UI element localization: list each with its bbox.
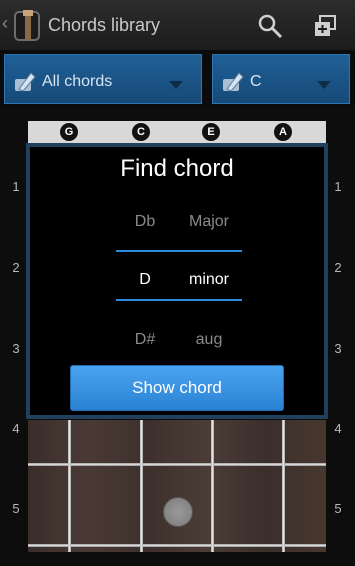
quality-option-next[interactable]: aug [179, 331, 239, 349]
fret-number: 1 [334, 179, 342, 194]
show-chord-button[interactable]: Show chord [70, 365, 284, 411]
dialog-title: Find chord [120, 155, 234, 182]
root-value: C [250, 73, 262, 90]
fret-number: 4 [334, 421, 342, 436]
find-chord-dialog: Find chord Db Major D minor D# aug Show … [26, 143, 328, 419]
fret-number: 5 [334, 501, 342, 516]
note-option-prev[interactable]: Db [115, 213, 175, 231]
pencil-icon [223, 72, 244, 92]
finger-position-dot [163, 497, 193, 527]
back-chevron-icon[interactable]: ‹ [2, 13, 8, 33]
fret-number: 2 [334, 260, 342, 275]
string-line [211, 420, 214, 552]
fret-number: 3 [334, 341, 342, 356]
action-bar: ‹ Chords library [0, 0, 355, 51]
page-title: Chords library [48, 15, 161, 35]
string-line [282, 420, 285, 552]
string-header: G C E A [28, 121, 326, 143]
string-line [140, 420, 143, 552]
fret-number: 1 [12, 179, 20, 194]
string-line [68, 420, 71, 552]
quality-option-selected[interactable]: minor [179, 271, 239, 289]
fret-number: 4 [12, 421, 20, 436]
picker-divider [116, 299, 242, 301]
dropdown-arrow-icon [169, 81, 183, 89]
fret-number: 2 [12, 260, 20, 275]
windows-icon[interactable] [312, 14, 338, 40]
dropdown-arrow-icon [317, 81, 331, 89]
search-icon[interactable] [256, 12, 284, 40]
string-label: E [202, 123, 220, 141]
category-spinner[interactable]: All chords [4, 54, 202, 104]
fret-number: 5 [12, 501, 20, 516]
fret-number: 3 [12, 341, 20, 356]
filter-row: All chords C [0, 50, 355, 108]
picker-divider [116, 250, 242, 252]
string-label: G [60, 123, 78, 141]
category-value: All chords [42, 73, 113, 90]
root-spinner[interactable]: C [212, 54, 350, 104]
note-option-selected[interactable]: D [115, 271, 175, 289]
pencil-icon [15, 72, 36, 92]
string-label: C [132, 123, 150, 141]
quality-option-prev[interactable]: Major [179, 213, 239, 231]
note-option-next[interactable]: D# [115, 331, 175, 349]
app-icon[interactable] [12, 8, 44, 42]
string-label: A [274, 123, 292, 141]
